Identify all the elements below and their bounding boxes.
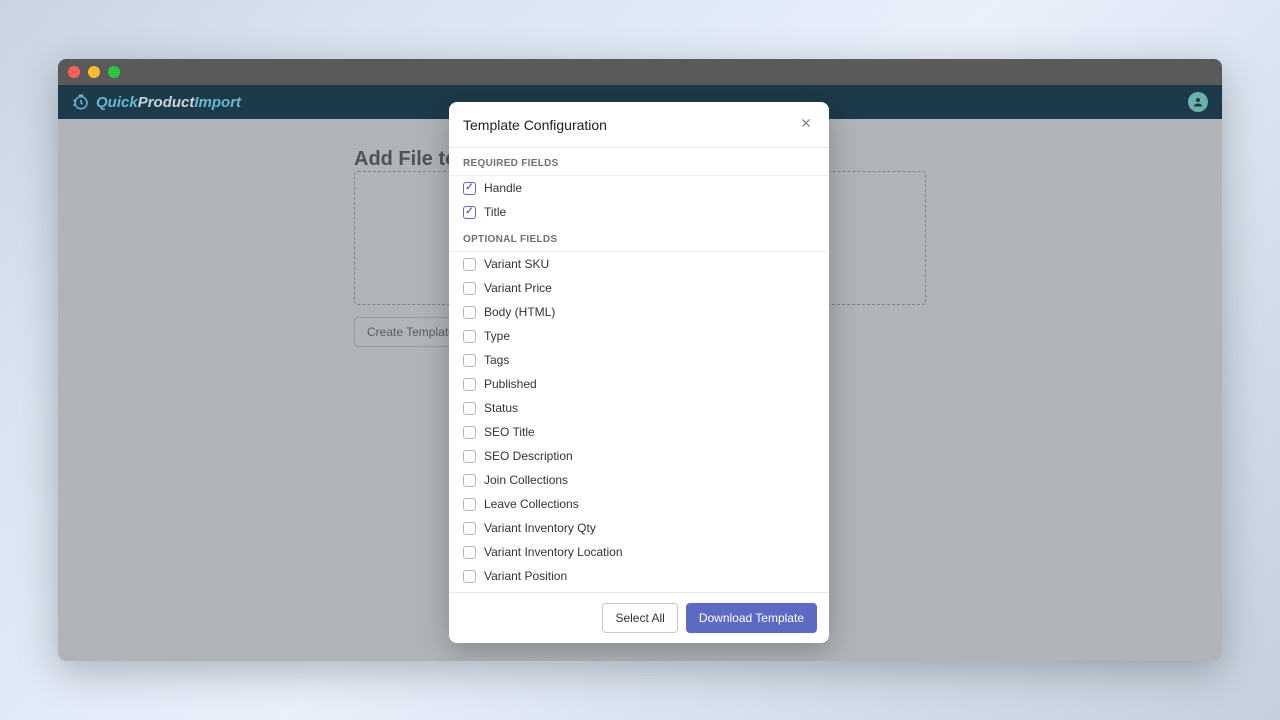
field-row[interactable]: Body (HTML) [449, 300, 827, 324]
avatar[interactable] [1188, 92, 1208, 112]
app-window: QuickProductImport Add File to Batch Cre… [58, 59, 1222, 661]
field-checkbox[interactable] [463, 402, 476, 415]
field-label: Leave Collections [484, 497, 579, 511]
field-checkbox[interactable] [463, 378, 476, 391]
brand-text: QuickProductImport [96, 94, 241, 111]
field-label: Variant Inventory Qty [484, 521, 596, 535]
field-label: SEO Description [484, 449, 573, 463]
brand: QuickProductImport [72, 93, 241, 111]
modal-close-button[interactable] [797, 114, 815, 135]
field-label: Body (HTML) [484, 305, 555, 319]
field-checkbox[interactable] [463, 570, 476, 583]
modal-body[interactable]: REQUIRED FIELDS Handle Title OPTIONAL FIE… [449, 148, 829, 592]
field-checkbox[interactable] [463, 206, 476, 219]
field-checkbox[interactable] [463, 354, 476, 367]
modal-footer: Select All Download Template [449, 592, 829, 643]
field-row[interactable]: Leave Collections [449, 492, 827, 516]
field-label: Variant Position [484, 569, 567, 583]
field-checkbox[interactable] [463, 522, 476, 535]
field-row[interactable]: Join Collections [449, 468, 827, 492]
field-label: SEO Title [484, 425, 535, 439]
field-row[interactable]: Status [449, 396, 827, 420]
field-label: Variant SKU [484, 257, 549, 271]
field-checkbox[interactable] [463, 426, 476, 439]
modal-header: Template Configuration [449, 102, 829, 148]
field-label: Variant Inventory Location [484, 545, 623, 559]
field-label: Handle [484, 181, 522, 195]
field-label: Variant Price [484, 281, 552, 295]
field-checkbox[interactable] [463, 498, 476, 511]
required-fields-header: REQUIRED FIELDS [449, 148, 827, 176]
field-label: Status [484, 401, 518, 415]
field-checkbox[interactable] [463, 450, 476, 463]
close-icon [799, 116, 813, 130]
field-label: Join Collections [484, 473, 568, 487]
modal-title: Template Configuration [463, 117, 607, 133]
field-row[interactable]: SEO Title [449, 420, 827, 444]
select-all-button[interactable]: Select All [602, 603, 677, 633]
field-row[interactable]: Variant SKU [449, 252, 827, 276]
field-checkbox[interactable] [463, 258, 476, 271]
field-row[interactable]: Variant Price [449, 276, 827, 300]
field-row[interactable]: SEO Description [449, 444, 827, 468]
field-checkbox[interactable] [463, 330, 476, 343]
download-template-button[interactable]: Download Template [686, 603, 817, 633]
field-label: Type [484, 329, 510, 343]
field-row[interactable]: Variant Inventory Location [449, 540, 827, 564]
stopwatch-icon [72, 93, 90, 111]
template-config-modal: Template Configuration REQUIRED FIELDS H… [449, 102, 829, 643]
field-checkbox[interactable] [463, 282, 476, 295]
optional-fields-header: OPTIONAL FIELDS [449, 224, 827, 252]
field-row[interactable]: Published [449, 372, 827, 396]
field-row[interactable]: Tags [449, 348, 827, 372]
field-row[interactable]: Handle [449, 176, 827, 200]
field-row[interactable]: Type [449, 324, 827, 348]
field-label: Title [484, 205, 506, 219]
field-row[interactable]: Variant Position [449, 564, 827, 588]
field-checkbox[interactable] [463, 546, 476, 559]
window-maximize-dot[interactable] [108, 66, 120, 78]
field-row[interactable]: Title [449, 200, 827, 224]
field-label: Tags [484, 353, 509, 367]
user-icon [1192, 96, 1204, 108]
field-row[interactable]: Variant Inventory Qty [449, 516, 827, 540]
field-checkbox[interactable] [463, 306, 476, 319]
window-titlebar [58, 59, 1222, 85]
field-label: Published [484, 377, 537, 391]
window-minimize-dot[interactable] [88, 66, 100, 78]
field-checkbox[interactable] [463, 474, 476, 487]
window-close-dot[interactable] [68, 66, 80, 78]
field-checkbox[interactable] [463, 182, 476, 195]
